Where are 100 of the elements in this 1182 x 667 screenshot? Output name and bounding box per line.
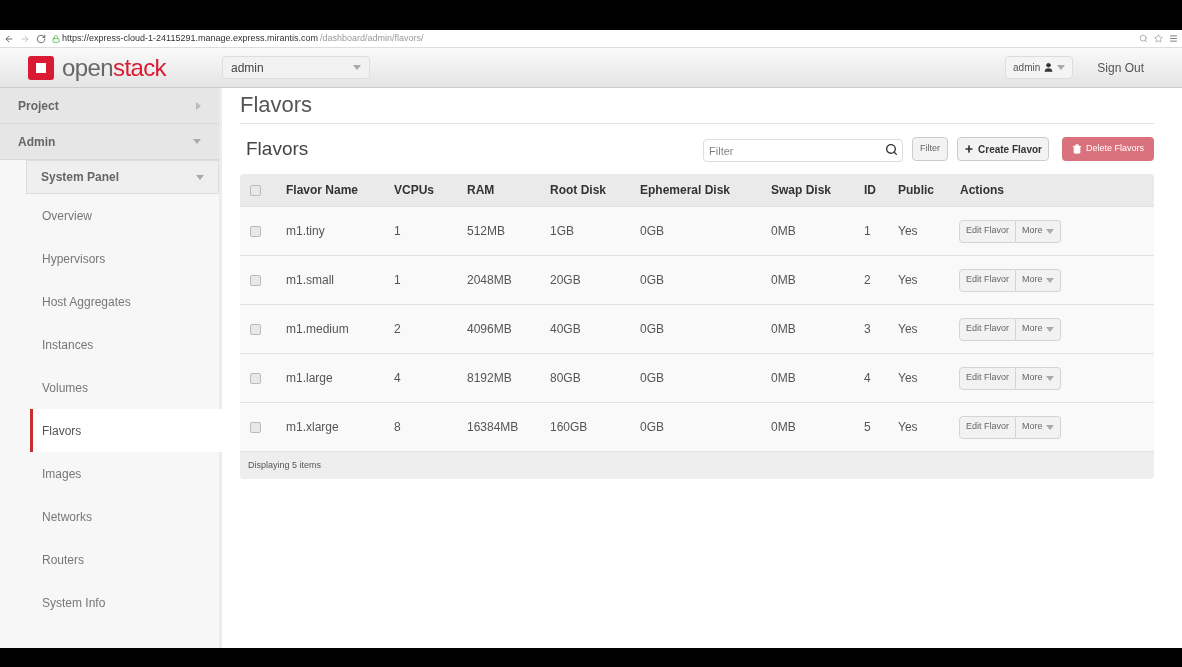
edit-flavor-button[interactable]: Edit Flavor: [959, 219, 1016, 243]
table-cell: m1.medium: [286, 322, 349, 336]
sidebar-section[interactable]: Project: [0, 88, 219, 124]
table-cell: 3: [864, 322, 871, 336]
reload-icon[interactable]: [36, 33, 46, 44]
star-icon[interactable]: [1154, 34, 1163, 43]
table-cell: 0MB: [771, 420, 796, 434]
table-cell: 8: [394, 420, 401, 434]
table-cell: 40GB: [550, 322, 581, 336]
caret-down-icon: [1045, 375, 1054, 381]
sidebar-item[interactable]: Routers: [30, 538, 219, 581]
table-cell: Yes: [898, 322, 918, 336]
sidebar-item[interactable]: Instances: [30, 323, 219, 366]
caret-down-icon: [196, 174, 204, 180]
logo-text: openstack: [62, 55, 167, 80]
item-count: Displaying 5 items: [248, 458, 322, 472]
column-header: RAM: [467, 183, 495, 197]
project-dropdown[interactable]: admin: [222, 56, 370, 79]
checkbox[interactable]: [250, 184, 261, 196]
checkbox[interactable]: [250, 225, 261, 237]
edit-flavor-button[interactable]: Edit Flavor: [959, 415, 1016, 439]
table-title: Flavors: [246, 136, 310, 161]
sign-out-link[interactable]: Sign Out: [1097, 58, 1144, 77]
filter-field[interactable]: Filter: [703, 139, 904, 162]
caret-down-icon: [1045, 424, 1054, 430]
table-cell: m1.tiny: [286, 224, 325, 238]
filter-button[interactable]: Filter: [912, 137, 949, 161]
checkbox[interactable]: [250, 323, 261, 335]
more-button[interactable]: More: [1016, 317, 1061, 341]
caret-down-icon: [193, 139, 201, 144]
column-header: ID: [864, 183, 876, 197]
caret-right-icon: [196, 101, 201, 110]
create-flavor-button[interactable]: Create Flavor: [957, 137, 1049, 161]
address-bar[interactable]: https://express-cloud-1-24115291.manage.express.mirantis.com /dashboard/admin/flavors/: [52, 31, 1133, 46]
checkbox[interactable]: [250, 274, 261, 286]
sidebar-item[interactable]: System Info: [30, 581, 219, 624]
trash-icon: [1071, 144, 1082, 154]
column-header: Public: [898, 183, 934, 197]
table-cell: 4096MB: [467, 322, 512, 336]
table-cell: 4: [394, 371, 401, 385]
table-cell: 4: [864, 371, 871, 385]
user-menu[interactable]: admin: [1005, 56, 1074, 79]
back-icon[interactable]: [4, 33, 14, 44]
checkbox[interactable]: [250, 372, 261, 384]
table-cell: Yes: [898, 420, 918, 434]
table-cell: Yes: [898, 371, 918, 385]
table-cell: 0GB: [640, 371, 664, 385]
table-cell: 160GB: [550, 420, 588, 434]
sidebar-item[interactable]: Images: [30, 452, 219, 495]
sidebar-panel[interactable]: System Panel: [26, 160, 219, 194]
table-cell: 1: [394, 273, 401, 287]
caret-down-icon: [1045, 277, 1054, 283]
table-cell: m1.large: [286, 371, 333, 385]
table-cell: 0GB: [640, 420, 664, 434]
column-header: Root Disk: [550, 183, 606, 197]
column-header: Flavor Name: [286, 183, 359, 197]
edit-flavor-button[interactable]: Edit Flavor: [959, 366, 1016, 390]
table-cell: 2: [394, 322, 401, 336]
table-cell: 0MB: [771, 322, 796, 336]
more-button[interactable]: More: [1016, 366, 1061, 390]
table-cell: Yes: [898, 273, 918, 287]
delete-flavors-button[interactable]: Delete Flavors: [1061, 137, 1154, 161]
sidebar-section[interactable]: Admin: [0, 124, 219, 160]
column-header: VCPUs: [394, 183, 434, 197]
table-cell: 8192MB: [467, 371, 512, 385]
table-cell: Yes: [898, 224, 918, 238]
table-cell: 5: [864, 420, 871, 434]
sidebar-item[interactable]: Networks: [30, 495, 219, 538]
checkbox[interactable]: [250, 421, 261, 433]
more-button[interactable]: More: [1016, 415, 1061, 439]
menu-icon[interactable]: [1169, 34, 1178, 43]
caret-down-icon: [1057, 65, 1066, 70]
table-cell: 1: [864, 224, 871, 238]
column-header: Ephemeral Disk: [640, 183, 731, 197]
sidebar-item[interactable]: Overview: [30, 194, 219, 237]
column-header: Actions: [960, 183, 1004, 197]
table-cell: 1: [394, 224, 401, 238]
more-button[interactable]: More: [1016, 219, 1061, 243]
table-cell: m1.small: [286, 273, 334, 287]
table-cell: 16384MB: [467, 420, 519, 434]
edit-flavor-button[interactable]: Edit Flavor: [959, 317, 1016, 341]
caret-down-icon: [1045, 228, 1054, 234]
table-cell: 0MB: [771, 371, 796, 385]
table-cell: 0GB: [640, 322, 664, 336]
more-button[interactable]: More: [1016, 268, 1061, 292]
sidebar-item[interactable]: Host Aggregates: [30, 280, 219, 323]
table-cell: 80GB: [550, 371, 581, 385]
sidebar-item[interactable]: Volumes: [30, 366, 219, 409]
plus-icon: [964, 144, 975, 154]
column-header: Swap Disk: [771, 183, 832, 197]
table-cell: 2048MB: [467, 273, 512, 287]
caret-down-icon: [353, 65, 361, 70]
edit-flavor-button[interactable]: Edit Flavor: [959, 268, 1016, 292]
table-cell: 1GB: [550, 224, 574, 238]
table-cell: 20GB: [550, 273, 581, 287]
forward-icon[interactable]: [20, 33, 30, 44]
sidebar-item[interactable]: Flavors: [30, 409, 222, 452]
caret-down-icon: [1045, 326, 1054, 332]
zoom-icon[interactable]: [1139, 34, 1148, 43]
sidebar-item[interactable]: Hypervisors: [30, 237, 219, 280]
